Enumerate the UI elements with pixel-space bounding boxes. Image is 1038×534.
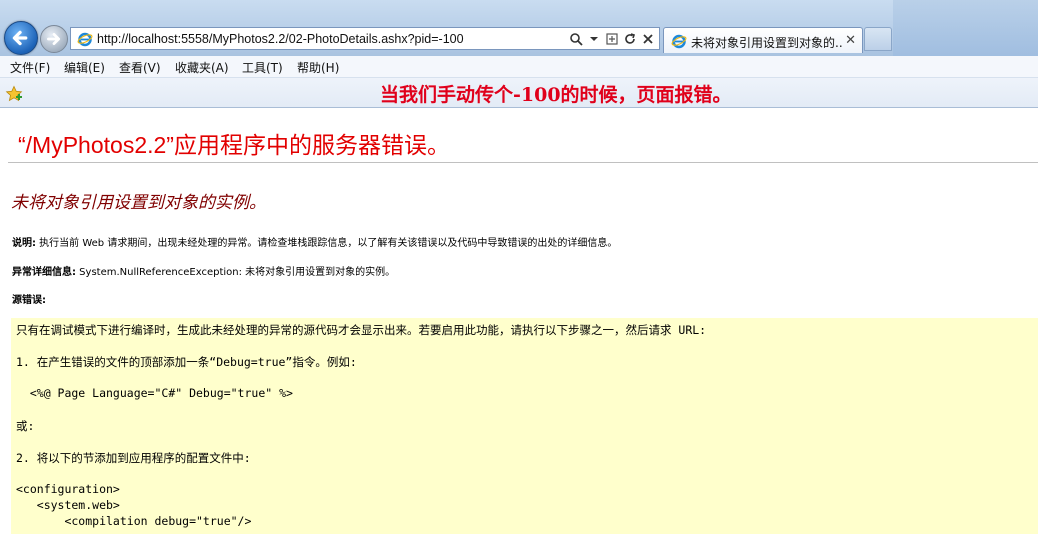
code-line: 1. 在产生错误的文件的顶部添加一条“Debug=true”指令。例如: (16, 355, 357, 369)
annotation-text: 当我们手动传个-100的时候，页面报错。 (380, 84, 732, 106)
code-line: <%@ Page Language="C#" Debug="true" %> (16, 386, 293, 400)
browser-title-bar: http://localhost:5558/MyPhotos2.2/02-Pho… (0, 0, 1038, 56)
tab-active[interactable]: 未将对象引用设置到对象的... ✕ (663, 27, 863, 53)
compatibility-icon[interactable] (605, 32, 619, 46)
menu-tools[interactable]: 工具(T) (242, 59, 283, 76)
description-line: 说明: 执行当前 Web 请求期间，出现未经处理的异常。请检查堆栈跟踪信息，以了… (12, 234, 617, 249)
source-error-label: 源错误: (12, 295, 46, 306)
code-line: <configuration> (16, 482, 120, 496)
error-title: “/MyPhotos2.2”应用程序中的服务器错误。 (18, 132, 450, 158)
code-line: 只有在调试模式下进行编译时，生成此未经处理的异常的源代码才会显示出来。若要启用此… (16, 323, 707, 337)
refresh-icon[interactable] (623, 32, 637, 46)
page-content: “/MyPhotos2.2”应用程序中的服务器错误。 未将对象引用设置到对象的实… (0, 108, 1038, 534)
menu-bar: 文件(F) 编辑(E) 查看(V) 收藏夹(A) 工具(T) 帮助(H) (0, 56, 1038, 78)
menu-edit[interactable]: 编辑(E) (64, 59, 105, 76)
stop-icon[interactable] (641, 32, 655, 46)
title-divider (8, 162, 1038, 163)
ie-logo-icon (77, 32, 93, 47)
menu-file[interactable]: 文件(F) (10, 59, 50, 76)
source-code-box: 只有在调试模式下进行编译时，生成此未经处理的异常的源代码才会显示出来。若要启用此… (11, 318, 1038, 534)
code-line: <system.web> (16, 498, 120, 512)
tab-close-icon[interactable]: ✕ (845, 33, 856, 48)
back-arrow-icon (12, 30, 28, 46)
exception-line: 异常详细信息: System.NullReferenceException: 未… (12, 263, 395, 278)
menu-view[interactable]: 查看(V) (119, 59, 161, 76)
search-icon[interactable] (569, 32, 583, 46)
description-label: 说明: (12, 238, 36, 249)
tab-title: 未将对象引用设置到对象的... (691, 36, 843, 50)
address-url[interactable]: http://localhost:5558/MyPhotos2.2/02-Pho… (97, 32, 464, 46)
menu-help[interactable]: 帮助(H) (297, 59, 339, 76)
address-bar[interactable]: http://localhost:5558/MyPhotos2.2/02-Pho… (70, 27, 660, 50)
dropdown-icon[interactable] (587, 32, 601, 46)
error-subtitle: 未将对象引用设置到对象的实例。 (11, 193, 266, 213)
favorites-bar: 当我们手动传个-100的时候，页面报错。 (0, 78, 1038, 108)
source-error-line: 源错误: (12, 291, 46, 306)
ie-logo-icon (671, 34, 687, 49)
new-tab-button[interactable] (864, 27, 892, 51)
code-line: 或: (16, 419, 35, 433)
exception-label: 异常详细信息: (12, 267, 76, 278)
forward-button[interactable] (40, 25, 68, 53)
back-button[interactable] (4, 21, 38, 55)
forward-arrow-icon (47, 32, 61, 46)
code-line: 2. 将以下的节添加到应用程序的配置文件中: (16, 451, 251, 465)
add-favorite-star-icon[interactable] (5, 85, 23, 103)
description-text: 执行当前 Web 请求期间，出现未经处理的异常。请检查堆栈跟踪信息，以了解有关该… (36, 238, 618, 249)
menu-favorites[interactable]: 收藏夹(A) (175, 59, 229, 76)
code-line: <compilation debug="true"/> (16, 514, 252, 528)
background-window (893, 0, 1038, 56)
exception-text: System.NullReferenceException: 未将对象引用设置到… (76, 267, 396, 278)
